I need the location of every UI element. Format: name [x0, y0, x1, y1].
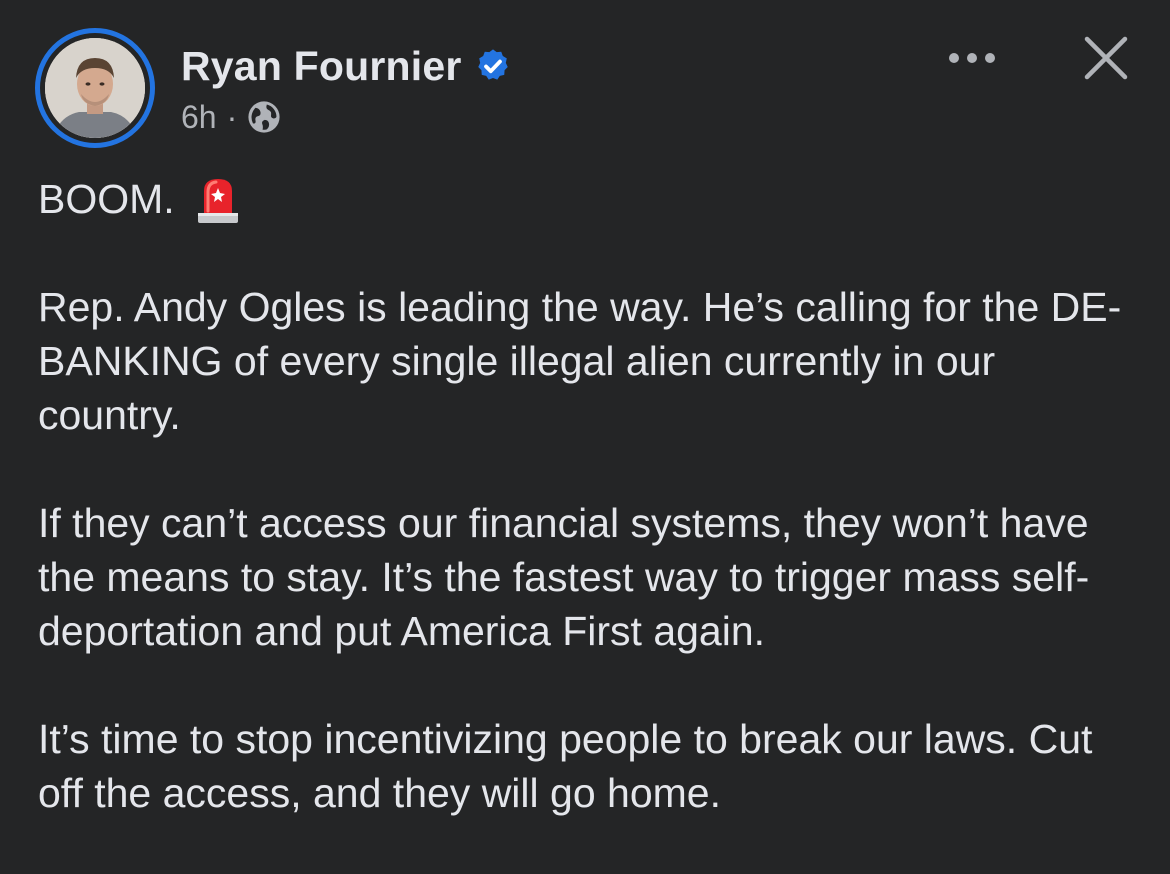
author-avatar[interactable] [35, 28, 155, 148]
post-text: BOOM. [38, 176, 175, 222]
author-name[interactable]: Ryan Fournier [181, 43, 462, 90]
police-light-icon [195, 173, 241, 225]
author-row: Ryan Fournier [181, 38, 512, 94]
post-paragraph: If they can’t access our financial syste… [38, 500, 1090, 654]
more-options-button[interactable] [940, 38, 1004, 82]
post-paragraph: Rep. Andy Ogles is leading the way. He’s… [38, 284, 1122, 438]
post-paragraph: It’s time to stop incentivizing people t… [38, 716, 1093, 816]
globe-icon[interactable] [247, 100, 281, 134]
avatar-photo [45, 38, 145, 138]
post-body: BOOM. Rep. Andy Ogles is leading the way… [38, 172, 1148, 874]
meta-separator: · [226, 98, 238, 135]
post-timestamp[interactable]: 6h [181, 99, 217, 136]
post-paragraph: BOOM. [38, 172, 1148, 226]
post-header: Ryan Fournier 6h · [0, 0, 1170, 160]
close-button[interactable] [1076, 30, 1136, 90]
post-meta: 6h · [181, 95, 281, 139]
verified-badge-icon [474, 47, 512, 85]
more-horizontal-icon [947, 51, 997, 70]
close-icon [1082, 34, 1130, 87]
